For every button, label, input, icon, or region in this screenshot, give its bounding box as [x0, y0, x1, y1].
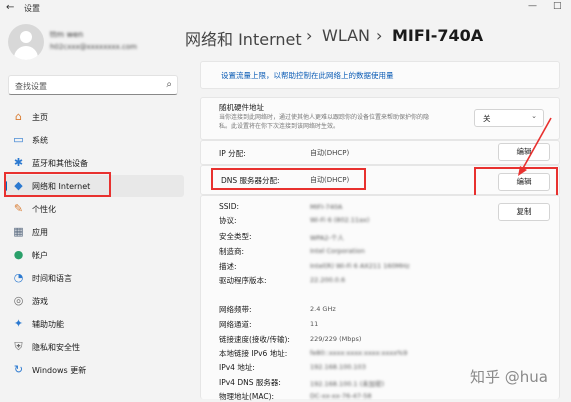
watermark: 知乎 @hua [470, 368, 548, 386]
annotation-arrow [518, 117, 552, 176]
